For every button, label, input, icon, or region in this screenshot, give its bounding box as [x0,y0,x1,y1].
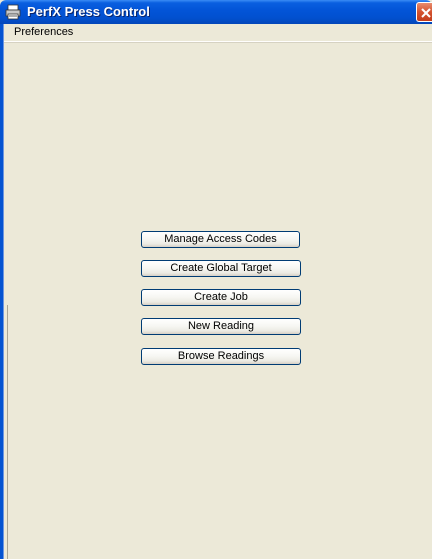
new-reading-button[interactable]: New Reading [141,318,301,335]
manage-access-codes-button[interactable]: Manage Access Codes [141,231,300,248]
window-title: PerfX Press Control [27,4,150,19]
create-job-button[interactable]: Create Job [141,289,301,306]
title-bar[interactable]: PerfX Press Control [0,0,432,24]
create-global-target-button[interactable]: Create Global Target [141,260,301,277]
menu-bar: Preferences [4,24,432,42]
close-button[interactable] [416,2,432,22]
browse-readings-button[interactable]: Browse Readings [141,348,301,365]
panel-edge [7,305,8,559]
app-window: PerfX Press Control Preferences Manage A… [0,0,432,559]
window-frame-left-highlight [3,24,4,559]
printer-press-icon [5,4,21,20]
menu-item-preferences[interactable]: Preferences [13,25,74,39]
